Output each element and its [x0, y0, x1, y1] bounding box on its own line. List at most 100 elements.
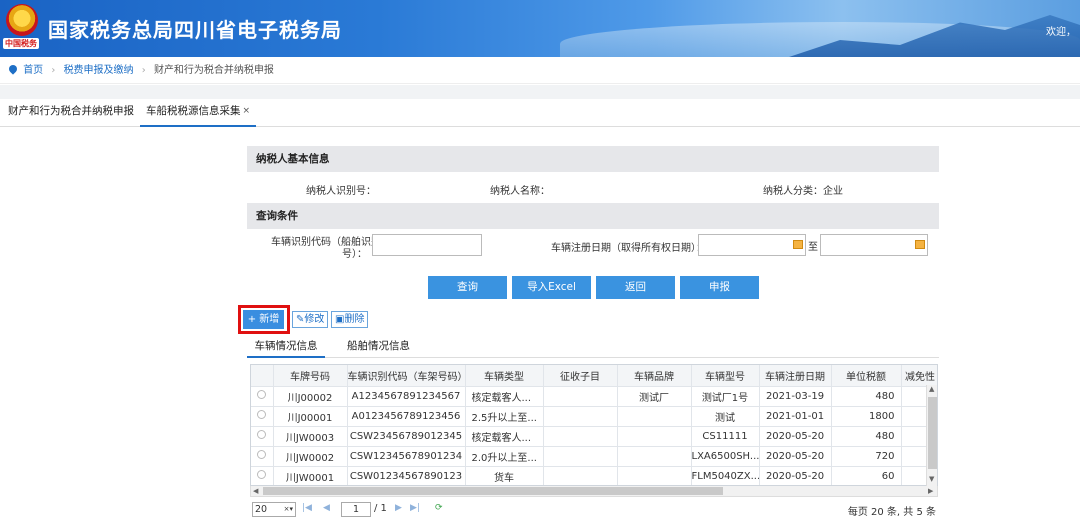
radio-button[interactable]: [257, 450, 267, 459]
refresh-icon[interactable]: ⟳: [435, 503, 443, 513]
model-cell: 测试厂1号: [691, 386, 760, 407]
close-tab-icon[interactable]: ×: [242, 106, 250, 116]
column-header[interactable]: 车辆类型: [465, 365, 544, 387]
vin-input[interactable]: [372, 234, 482, 256]
delete-label: 删除: [344, 314, 365, 325]
vehicle-type-cell: 2.0升以上至...: [465, 446, 544, 467]
unit-tax-cell: 480: [831, 426, 902, 447]
row-select[interactable]: [251, 426, 274, 447]
site-title: 国家税务总局四川省电子税务局: [48, 18, 342, 42]
vin-cell: CSW23456789012345: [347, 426, 466, 447]
prev-page-icon[interactable]: ◀: [323, 503, 330, 513]
breadcrumb-separator: ›: [141, 65, 146, 76]
brand-cell: [617, 406, 692, 427]
unit-tax-cell: 720: [831, 446, 902, 467]
plate-cell: 川JW0003: [273, 426, 348, 447]
row-select[interactable]: [251, 386, 274, 407]
vertical-scroll-thumb[interactable]: [928, 397, 937, 469]
table-row[interactable]: 川J00002 A1234567891234567 核定载客人... 测试厂 测…: [251, 386, 937, 407]
page-number-input[interactable]: 1: [341, 502, 371, 517]
horizontal-scroll-thumb[interactable]: [263, 487, 723, 495]
vertical-scrollbar[interactable]: ▲ ▼: [926, 385, 937, 486]
column-header[interactable]: 车辆型号: [691, 365, 760, 387]
calendar-icon[interactable]: [915, 240, 925, 249]
back-button[interactable]: 返回: [596, 276, 675, 299]
sub-item-cell: [543, 386, 618, 407]
unit-tax-cell: 1800: [831, 406, 902, 427]
plate-cell: 川J00002: [273, 386, 348, 407]
taxpayer-info-header: 纳税人基本信息: [247, 146, 939, 172]
taxpayer-id-label: 纳税人识别号：: [306, 186, 376, 197]
radio-button[interactable]: [257, 430, 267, 439]
vin-cell: CSW01234567890123: [347, 466, 466, 485]
table-row[interactable]: 川JW0002 CSW12345678901234 2.0升以上至... LXA…: [251, 446, 937, 467]
radio-button[interactable]: [257, 470, 267, 479]
model-cell: 测试: [691, 406, 760, 427]
breadcrumb-tax-declaration-link[interactable]: 税费申报及缴纳: [64, 65, 134, 76]
scroll-down-icon[interactable]: ▼: [929, 475, 934, 483]
brand-cell: [617, 426, 692, 447]
logo-caption: 中国税务: [3, 38, 39, 49]
radio-button[interactable]: [257, 390, 267, 399]
breadcrumb-current: 财产和行为税合并纳税申报: [153, 65, 274, 76]
row-select[interactable]: [251, 406, 274, 427]
row-select[interactable]: [251, 466, 274, 485]
radio-button[interactable]: [257, 410, 267, 419]
scroll-left-icon[interactable]: ◀: [253, 487, 258, 495]
vehicle-type-cell: 货车: [465, 466, 544, 485]
scroll-right-icon[interactable]: ▶: [928, 487, 933, 495]
table-row[interactable]: 川J00001 A0123456789123456 2.5升以上至... 测试 …: [251, 406, 937, 427]
sub-item-cell: [543, 466, 618, 485]
vin-cell: CSW12345678901234: [347, 446, 466, 467]
page-size-value: 20: [255, 504, 268, 515]
column-header[interactable]: 征收子目: [543, 365, 618, 387]
calendar-icon[interactable]: [793, 240, 803, 249]
tab-property-behavior-tax[interactable]: 财产和行为税合并纳税申报: [8, 99, 134, 127]
column-header[interactable]: 单位税额: [831, 365, 902, 387]
tab-label: 车船税税源信息采集: [145, 105, 241, 117]
delete-button[interactable]: ▣删除: [331, 311, 369, 328]
taxpayer-name-label: 纳税人名称：: [490, 186, 550, 197]
edit-button[interactable]: ✎修改: [292, 311, 329, 328]
tab-ship-info[interactable]: 船舶情况信息: [347, 337, 410, 358]
pagination-bar: 20 ×▾ |◀ ◀ 1 / 1 ▶ ▶| ⟳ 每页 20 条, 共 5 条: [250, 499, 940, 519]
chevron-down-icon: ×▾: [283, 505, 293, 513]
date-from-input[interactable]: [698, 234, 806, 256]
plate-cell: 川J00001: [273, 406, 348, 427]
highlight-annotation-box: [238, 305, 290, 334]
model-cell: CS11111: [691, 426, 760, 447]
tab-vehicle-ship-tax-source[interactable]: 车船税税源信息采集 ×: [140, 99, 256, 127]
breadcrumb-home-link[interactable]: 首页: [23, 65, 43, 76]
header-banner: 中国税务 国家税务总局四川省电子税务局 欢迎，: [0, 0, 1080, 57]
row-select[interactable]: [251, 446, 274, 467]
column-header[interactable]: 车辆品牌: [617, 365, 692, 387]
query-button[interactable]: 查询: [428, 276, 507, 299]
column-header[interactable]: 车牌号码: [273, 365, 348, 387]
vin-label-suffix: 号）：: [342, 249, 367, 260]
breadcrumb-separator: ›: [51, 65, 56, 76]
column-header[interactable]: 车辆识别代码（车架号码）: [347, 365, 466, 387]
declare-button[interactable]: 申报: [680, 276, 759, 299]
table-row[interactable]: 川JW0001 CSW01234567890123 货车 FLM5040ZX..…: [251, 466, 937, 485]
page-size-select[interactable]: 20 ×▾: [252, 502, 296, 517]
registration-date-cell: 2021-03-19: [759, 386, 832, 407]
column-header[interactable]: 车辆注册日期: [759, 365, 832, 387]
grid-header-row: 车牌号码 车辆识别代码（车架号码） 车辆类型 征收子目 车辆品牌 车辆型号 车辆…: [251, 365, 937, 387]
scroll-up-icon[interactable]: ▲: [929, 385, 934, 393]
table-row[interactable]: 川JW0003 CSW23456789012345 核定载客人... CS111…: [251, 426, 937, 447]
date-to-input[interactable]: [820, 234, 928, 256]
plate-cell: 川JW0001: [273, 466, 348, 485]
tab-vehicle-info[interactable]: 车辆情况信息: [247, 337, 325, 358]
horizontal-scrollbar[interactable]: ◀ ▶: [250, 486, 938, 497]
unit-tax-cell: 60: [831, 466, 902, 485]
brand-cell: 测试厂: [617, 386, 692, 407]
vin-cell: A0123456789123456: [347, 406, 466, 427]
next-page-icon[interactable]: ▶: [395, 503, 402, 513]
query-conditions-header: 查询条件: [247, 203, 939, 229]
first-page-icon[interactable]: |◀: [302, 503, 312, 513]
last-page-icon[interactable]: ▶|: [410, 503, 420, 513]
import-excel-button[interactable]: 导入Excel: [512, 276, 591, 299]
pagination-info: 每页 20 条, 共 5 条: [847, 507, 936, 518]
column-header[interactable]: 减免性: [901, 365, 937, 387]
page-tab-bar: 财产和行为税合并纳税申报 车船税税源信息采集 ×: [0, 99, 1080, 127]
